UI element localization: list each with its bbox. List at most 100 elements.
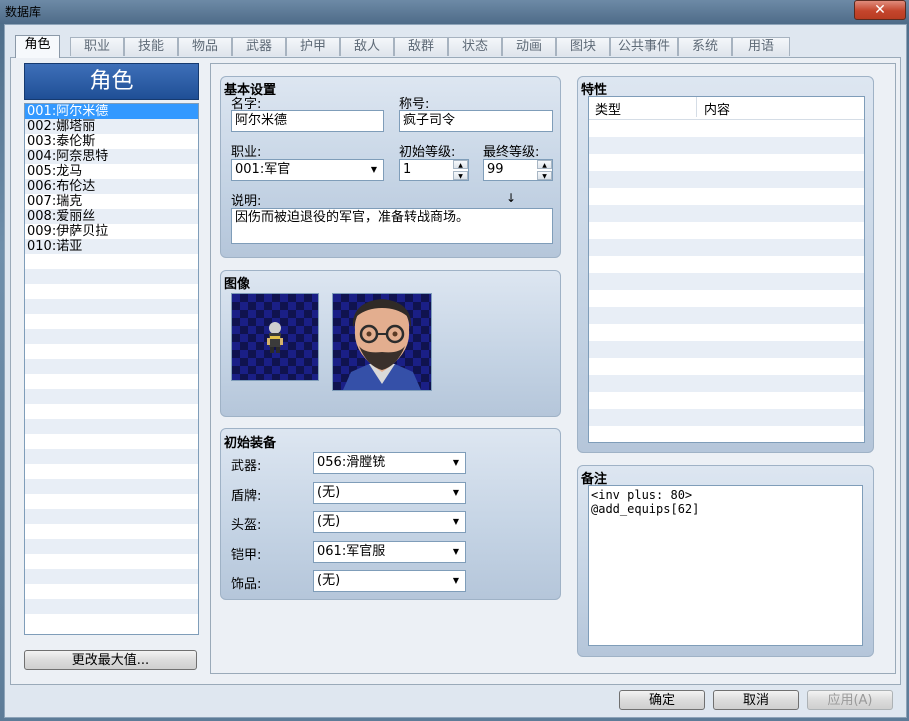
class-select-value: 001:军官 (235, 162, 291, 177)
trait-row[interactable] (589, 120, 864, 137)
actor-list-empty-row (25, 344, 198, 359)
tab-states[interactable]: 状态 (448, 37, 502, 56)
actor-list-empty-row (25, 299, 198, 314)
armor-select[interactable]: 061:军官服 ▼ (313, 541, 466, 563)
note-group: 备注 <inv plus: 80> @add_equips[62] (577, 465, 874, 657)
trait-row[interactable] (589, 324, 864, 341)
trait-row[interactable] (589, 290, 864, 307)
cancel-button[interactable]: 取消 (713, 690, 799, 710)
tab-enemies[interactable]: 敌人 (340, 37, 394, 56)
actor-list-empty-row (25, 284, 198, 299)
sprite-figure (267, 322, 283, 353)
spin-up-icon[interactable]: ▲ (453, 160, 468, 169)
trait-row[interactable] (589, 426, 864, 442)
actor-list-empty-row (25, 449, 198, 464)
chevron-down-icon: ▼ (452, 458, 460, 467)
tab-skills[interactable]: 技能 (124, 37, 178, 56)
class-select[interactable]: 001:军官 ▼ (231, 159, 384, 181)
change-max-button[interactable]: 更改最大值... (24, 650, 197, 670)
tab-actors[interactable]: 角色 (15, 35, 60, 58)
chevron-down-icon: ▼ (452, 488, 460, 497)
description-input[interactable]: 因伤而被迫退役的军官，准备转战商场。 (231, 208, 553, 244)
shield-label: 盾牌: (231, 489, 262, 504)
actor-list-item[interactable]: 010:诺亚 (25, 239, 198, 254)
weapon-select[interactable]: 056:滑膛铳 ▼ (313, 452, 466, 474)
actor-list-item[interactable]: 001:阿尔米德 (25, 104, 198, 119)
trait-row[interactable] (589, 222, 864, 239)
chevron-down-icon: ▼ (370, 165, 378, 174)
helmet-select[interactable]: (无) ▼ (313, 511, 466, 533)
trait-row[interactable] (589, 137, 864, 154)
ok-button[interactable]: 确定 (619, 690, 705, 710)
shield-select[interactable]: (无) ▼ (313, 482, 466, 504)
initial-level-label: 初始等级: (399, 145, 456, 160)
tab-troops[interactable]: 敌群 (394, 37, 448, 56)
trait-row[interactable] (589, 188, 864, 205)
actor-list-empty-row (25, 374, 198, 389)
actor-list-item[interactable]: 003:泰伦斯 (25, 134, 198, 149)
tab-animations[interactable]: 动画 (502, 37, 556, 56)
actor-list-empty-row (25, 419, 198, 434)
trait-row[interactable] (589, 409, 864, 426)
actor-list-header: 角色 (24, 63, 199, 100)
trait-row[interactable] (589, 273, 864, 290)
actor-list-empty-row (25, 314, 198, 329)
trait-row[interactable] (589, 358, 864, 375)
trait-row[interactable] (589, 154, 864, 171)
traits-grid[interactable]: 类型 内容 (588, 96, 865, 443)
trait-row[interactable] (589, 392, 864, 409)
tab-weapons[interactable]: 武器 (232, 37, 286, 56)
armor-label: 铠甲: (231, 548, 262, 563)
actor-list-item[interactable]: 005:龙马 (25, 164, 198, 179)
tab-armors[interactable]: 护甲 (286, 37, 340, 56)
trait-row[interactable] (589, 171, 864, 188)
nickname-input[interactable]: 疯子司令 (399, 110, 553, 132)
name-input[interactable]: 阿尔米德 (231, 110, 384, 132)
initial-level-spinner[interactable]: 1 ▲ ▼ (399, 159, 469, 181)
actor-list-empty-row (25, 569, 198, 584)
class-label: 职业: (231, 145, 262, 160)
trait-row[interactable] (589, 375, 864, 392)
trait-row[interactable] (589, 256, 864, 273)
actor-list-empty-row (25, 599, 198, 614)
character-sprite[interactable] (231, 293, 319, 381)
traits-grid-header: 类型 内容 (589, 97, 864, 120)
actor-list-empty-row (25, 524, 198, 539)
basic-settings-group: 基本设置 名字: 阿尔米德 称号: 疯子司令 职业: 001:军官 ▼ 初始等级… (220, 76, 561, 258)
actor-list-item[interactable]: 009:伊萨贝拉 (25, 224, 198, 239)
actor-list-empty-row (25, 494, 198, 509)
actor-list-item[interactable]: 004:阿奈思特 (25, 149, 198, 164)
actor-list[interactable]: 001:阿尔米德 002:娜塔丽 003:泰伦斯 004:阿奈思特 005:龙马 006:… (24, 103, 199, 635)
spin-down-icon[interactable]: ▼ (453, 171, 468, 180)
actor-list-item[interactable]: 008:爱丽丝 (25, 209, 198, 224)
actor-list-item[interactable]: 006:布伦达 (25, 179, 198, 194)
tab-common-events[interactable]: 公共事件 (610, 37, 678, 56)
max-level-spinner[interactable]: 99 ▲ ▼ (483, 159, 553, 181)
trait-row[interactable] (589, 341, 864, 358)
title-bar: 数据库 ✕ (0, 0, 909, 24)
max-level-label: 最终等级: (483, 145, 540, 160)
actor-list-item[interactable]: 007:瑞克 (25, 194, 198, 209)
trait-row[interactable] (589, 239, 864, 256)
spin-down-icon[interactable]: ▼ (537, 171, 552, 180)
note-line: <inv plus: 80> (591, 488, 693, 502)
traits-col-type: 类型 (595, 103, 622, 118)
accessory-select[interactable]: (无) ▼ (313, 570, 466, 592)
trait-row[interactable] (589, 205, 864, 222)
tab-tilesets[interactable]: 图块 (556, 37, 610, 56)
face-portrait[interactable] (332, 293, 432, 391)
text-cursor-icon: ↓ (506, 191, 517, 205)
tab-classes[interactable]: 职业 (70, 37, 124, 56)
note-textarea[interactable]: <inv plus: 80> @add_equips[62] (588, 485, 863, 646)
accessory-select-value: (无) (317, 573, 341, 588)
close-icon: ✕ (874, 2, 886, 18)
tab-items[interactable]: 物品 (178, 37, 232, 56)
tab-system[interactable]: 系统 (678, 37, 732, 56)
close-button[interactable]: ✕ (854, 0, 906, 20)
apply-button[interactable]: 应用(A) (807, 690, 893, 710)
actor-list-item[interactable]: 002:娜塔丽 (25, 119, 198, 134)
portrait-figure (343, 299, 421, 390)
trait-row[interactable] (589, 307, 864, 324)
tab-terms[interactable]: 用语 (732, 37, 790, 56)
spin-up-icon[interactable]: ▲ (537, 160, 552, 169)
